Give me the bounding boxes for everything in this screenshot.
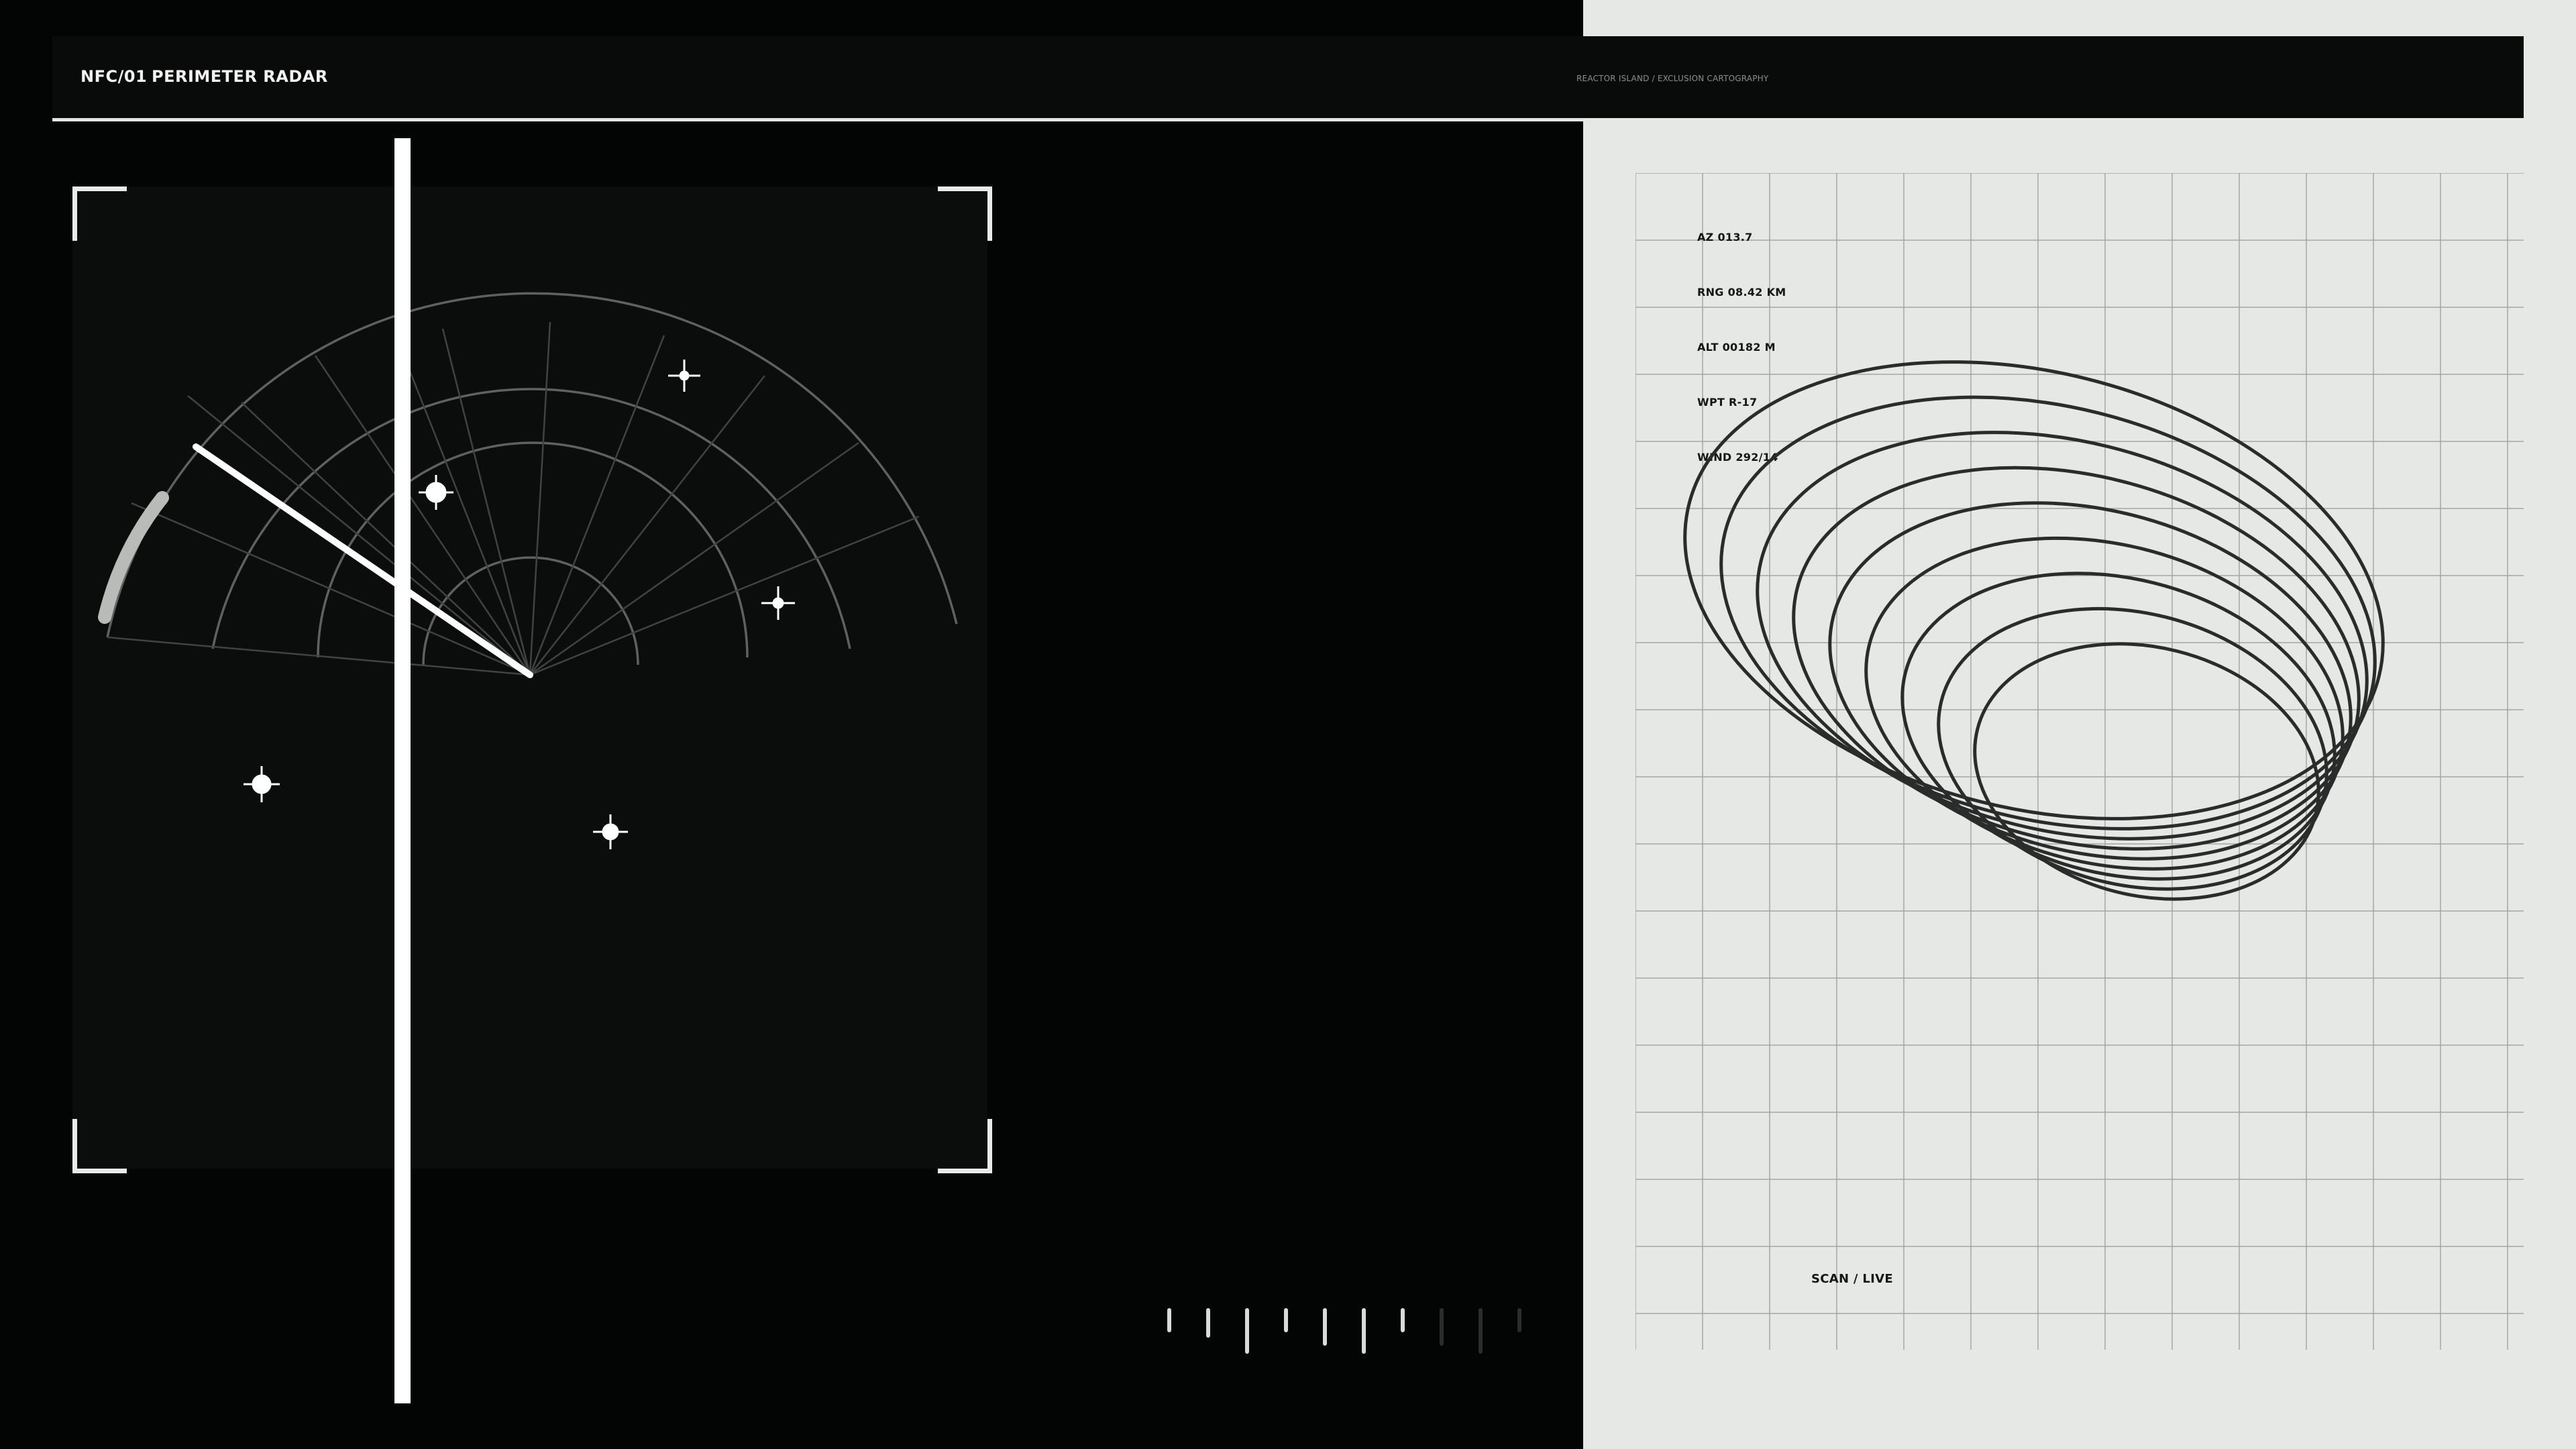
contour-ring <box>1900 572 2337 881</box>
contour-ring <box>1756 431 2369 841</box>
scan-status-label: SCAN / LIVE <box>1811 1272 1893 1286</box>
contour-ring <box>1973 642 2320 901</box>
terrain-funnel <box>1683 360 2385 901</box>
